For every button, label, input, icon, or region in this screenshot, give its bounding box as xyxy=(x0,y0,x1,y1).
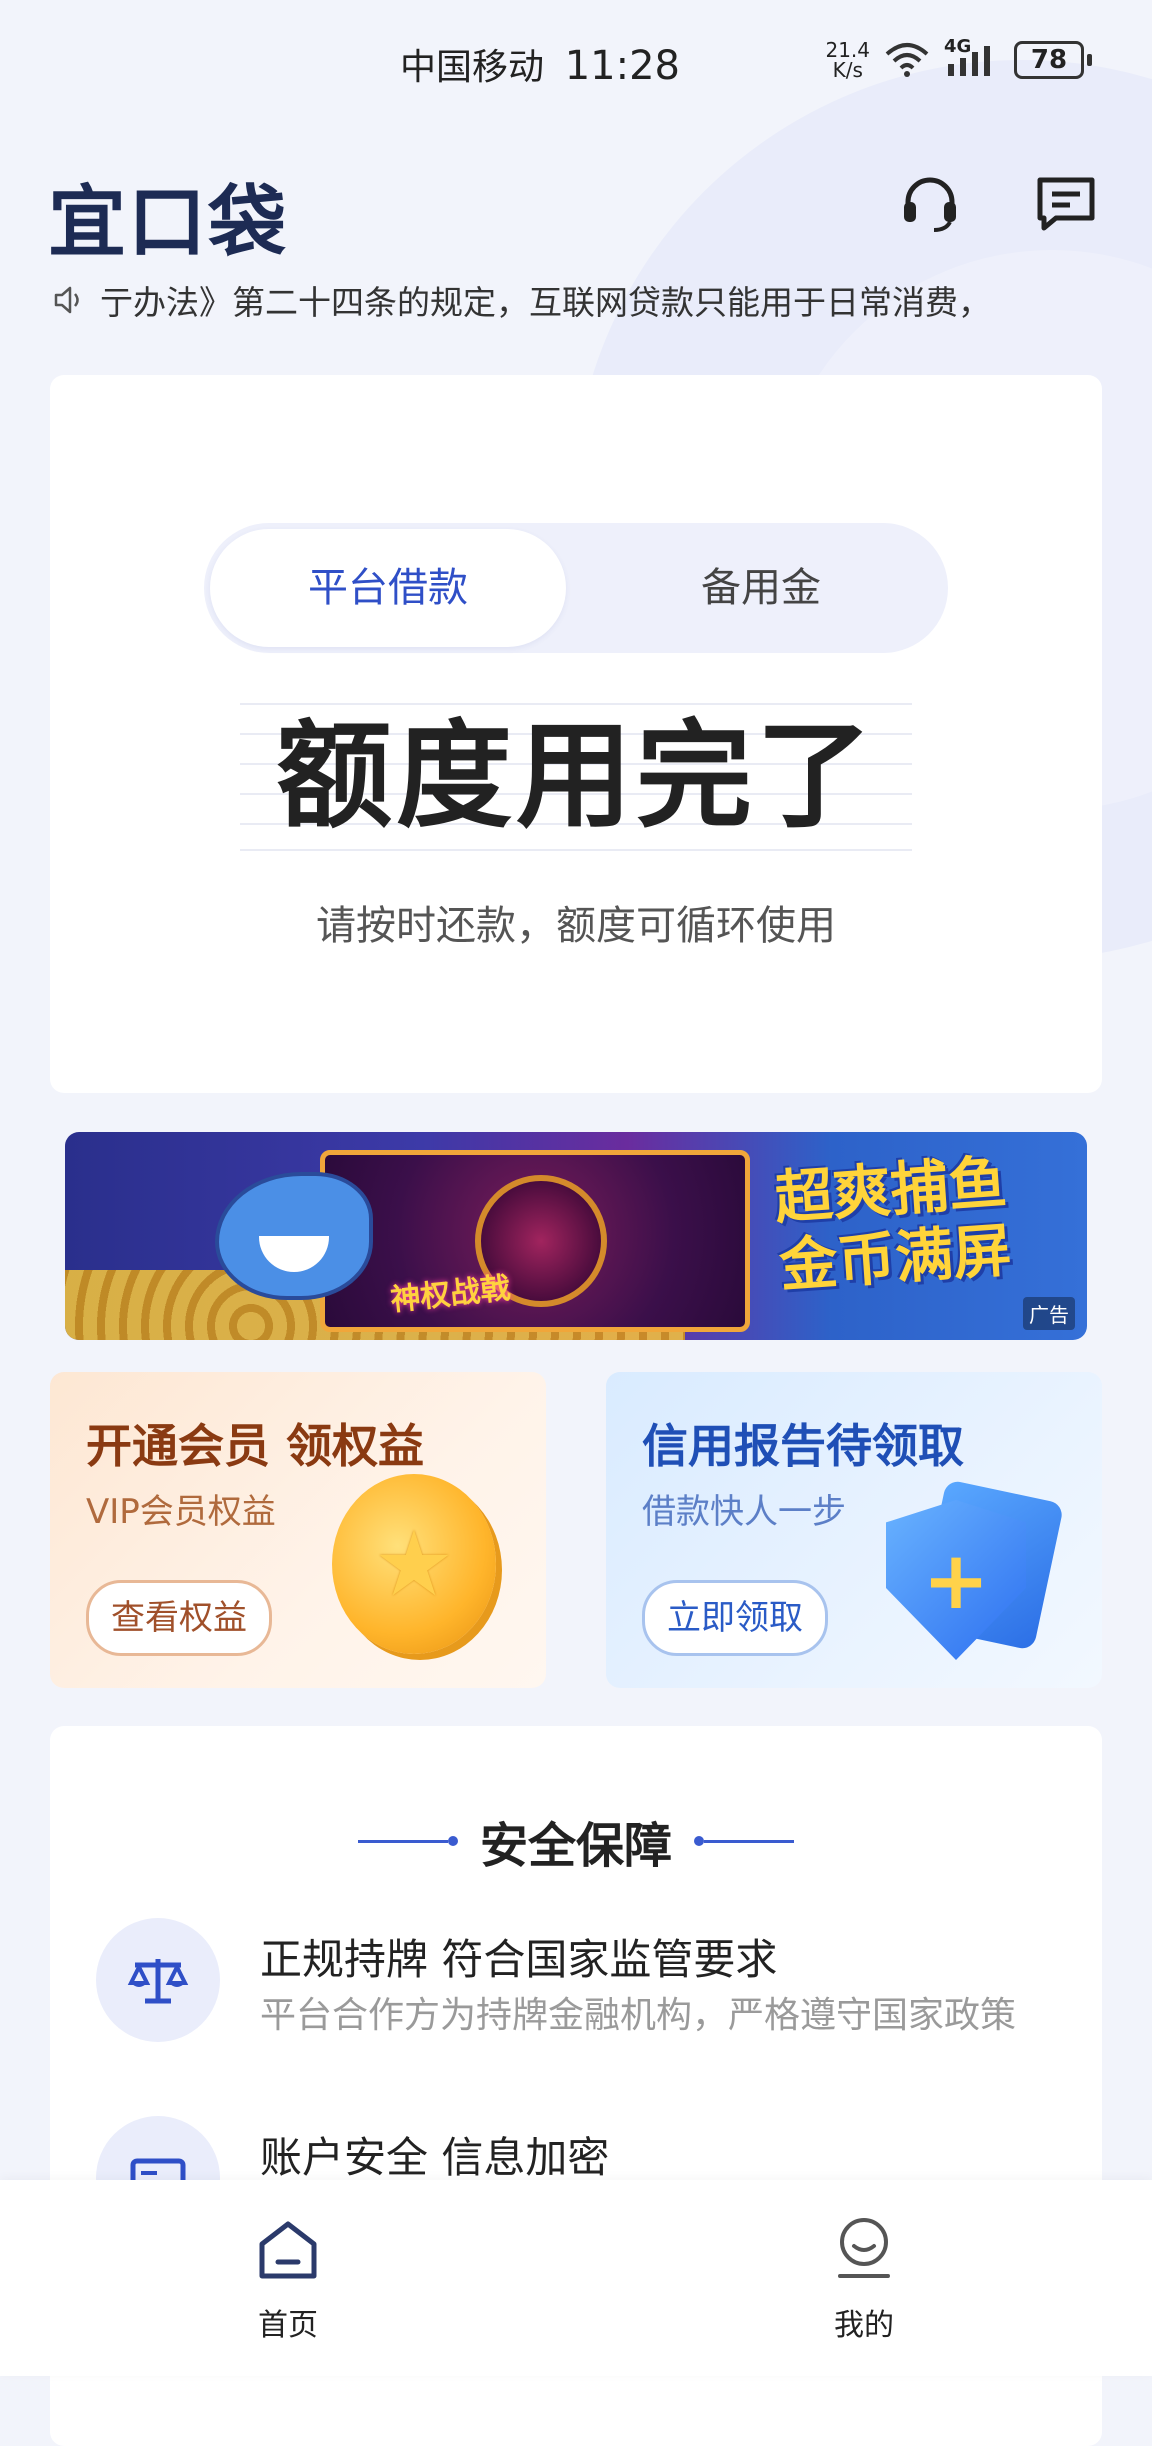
signal-bars-icon xyxy=(948,46,990,76)
notice-text: 亍办法》第二十四条的规定，互联网贷款只能用于日常消费， xyxy=(100,283,991,322)
bottom-nav: 首页 我的 xyxy=(0,2180,1152,2376)
profile-icon xyxy=(838,2218,890,2278)
net-speed-unit: K/s xyxy=(832,58,863,82)
headline-area: 额度用完了 xyxy=(240,703,912,851)
security-item-license: 正规持牌 符合国家监管要求 平台合作方为持牌金融机构，严格遵守国家政策 xyxy=(96,1918,1076,2048)
speaker-icon xyxy=(54,286,79,314)
credit-report-card[interactable]: 信用报告待领取 借款快人一步 立即领取 + xyxy=(606,1372,1102,1688)
star-coin-icon: ★ xyxy=(332,1474,496,1654)
app-logo: 宜口袋 xyxy=(48,178,289,268)
tab-platform-loan[interactable]: 平台借款 xyxy=(210,529,566,647)
title-deco-right xyxy=(694,1836,794,1846)
nav-mine-label: 我的 xyxy=(834,2308,894,2343)
status-time: 11:28 xyxy=(564,43,681,89)
security-title: 安全保障 xyxy=(479,1818,672,1874)
ad-slogan: 神权战戟 xyxy=(388,1270,512,1319)
cellular-signal: 4G xyxy=(944,36,1000,78)
title-deco-left xyxy=(357,1836,458,1846)
nav-home[interactable]: 首页 xyxy=(188,2214,388,2344)
carrier-name: 中国移动 xyxy=(400,47,545,88)
view-benefits-button[interactable]: 查看权益 xyxy=(86,1580,272,1656)
wifi-icon xyxy=(885,43,929,77)
security-item-title: 正规持牌 符合国家监管要求 xyxy=(260,1935,778,1984)
security-item-title: 账户安全 信息加密 xyxy=(260,2133,610,2182)
home-icon xyxy=(259,2221,317,2279)
battery-tip xyxy=(1087,54,1092,66)
ad-title: 超爽捕鱼 金币满屏 xyxy=(773,1148,1014,1300)
credit-card: 平台借款 备用金 额度用完了 请按时还款，额度可循环使用 xyxy=(50,375,1102,1093)
credit-headline: 额度用完了 xyxy=(276,709,876,844)
credit-report-subtitle: 借款快人一步 xyxy=(642,1492,846,1532)
status-icons: 21.4 K/s 4G 78 xyxy=(825,36,1092,80)
message-icon[interactable] xyxy=(1030,168,1102,240)
net-speed: 21.4 K/s xyxy=(825,40,870,80)
battery-indicator: 78 xyxy=(1014,41,1092,79)
net-speed-value: 21.4 xyxy=(825,38,870,62)
vip-promo-subtitle: VIP会员权益 xyxy=(86,1492,276,1532)
ad-tag: 广告 xyxy=(1023,1297,1075,1330)
credit-subline: 请按时还款，额度可循环使用 xyxy=(316,903,836,949)
vip-promo-card[interactable]: 开通会员 领权益 VIP会员权益 查看权益 ★ xyxy=(50,1372,546,1688)
status-center: 中国移动 11:28 xyxy=(400,38,680,90)
balance-scale-icon xyxy=(96,1918,220,2042)
tab-reserve-fund[interactable]: 备用金 xyxy=(580,529,942,647)
security-title-row: 安全保障 xyxy=(50,1806,1102,1876)
headset-icon[interactable] xyxy=(894,168,966,240)
shark-illustration xyxy=(215,1172,373,1300)
claim-now-button[interactable]: 立即领取 xyxy=(642,1580,828,1656)
loan-tabs: 平台借款 备用金 xyxy=(204,523,948,653)
shield-icon: + xyxy=(886,1479,1065,1668)
ad-banner[interactable]: 神权战戟 超爽捕鱼 金币满屏 广告 xyxy=(65,1132,1087,1340)
vip-promo-title: 开通会员 领权益 xyxy=(86,1419,425,1473)
nav-home-label: 首页 xyxy=(258,2308,318,2343)
game-frame: 神权战戟 xyxy=(320,1150,750,1332)
status-bar: 中国移动 11:28 21.4 K/s 4G 78 xyxy=(0,0,1152,136)
battery-level: 78 xyxy=(1014,41,1084,79)
nav-mine[interactable]: 我的 xyxy=(764,2214,964,2344)
credit-report-title: 信用报告待领取 xyxy=(642,1419,964,1473)
app-header: 宜口袋 xyxy=(0,150,1152,268)
notice-bar[interactable]: 亍办法》第二十四条的规定，互联网贷款只能用于日常消费， xyxy=(52,274,1112,326)
security-item-desc: 平台合作方为持牌金融机构，严格遵守国家政策 xyxy=(260,1995,1017,2036)
